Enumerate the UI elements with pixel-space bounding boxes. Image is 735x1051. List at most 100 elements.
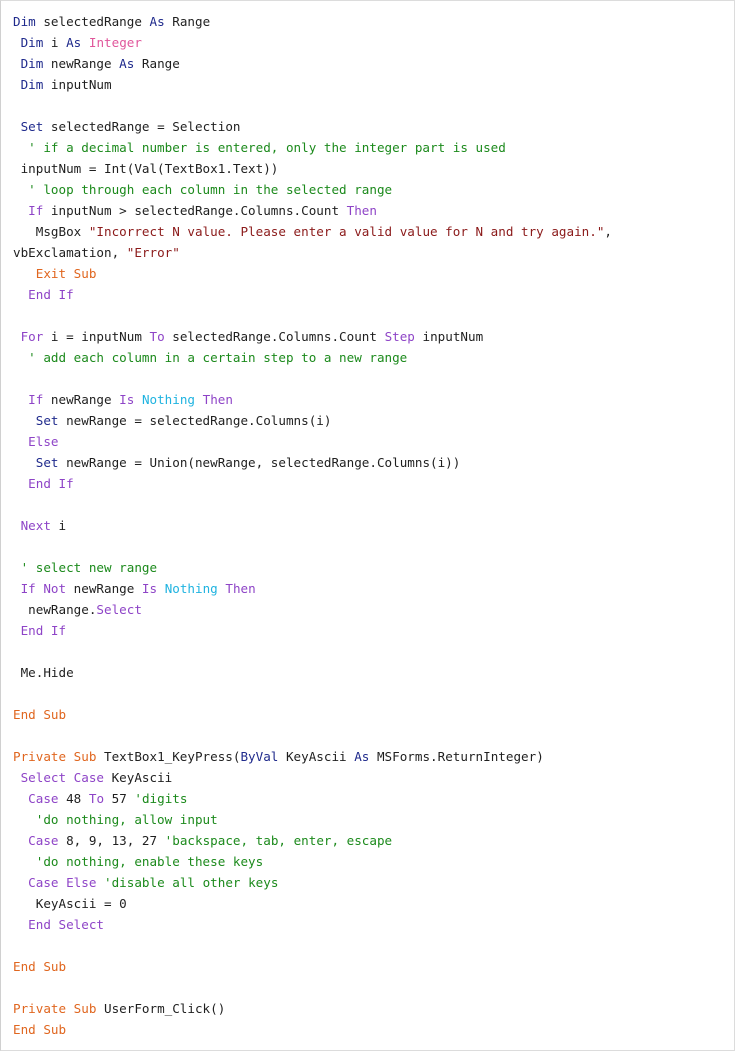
code-line: Set newRange = Union(newRange, selectedR…	[13, 452, 734, 473]
code-text: vbExclamation,	[13, 245, 127, 260]
code-text: inputNum > selectedRange.Columns.Count	[43, 203, 347, 218]
control-keyword-token: Else	[28, 434, 59, 449]
code-line: End Sub	[13, 1019, 734, 1040]
control-keyword-token: Select Case	[20, 770, 104, 785]
code-line: Set newRange = selectedRange.Columns(i)	[13, 410, 734, 431]
code-line: Case 8, 9, 13, 27 'backspace, tab, enter…	[13, 830, 734, 851]
sub-keyword-token: Private Sub	[13, 1001, 97, 1016]
code-line: Select Case KeyAscii	[13, 767, 734, 788]
sub-keyword-token: End Sub	[13, 707, 67, 722]
code-line: Case 48 To 57 'digits	[13, 788, 734, 809]
code-line: End If	[13, 473, 734, 494]
control-keyword-token: End If	[20, 623, 67, 638]
code-line: newRange.Select	[13, 599, 734, 620]
code-text: UserForm_Click()	[96, 1001, 226, 1016]
comment-token: 'do nothing, enable these keys	[13, 854, 264, 869]
vba-code: Dim selectedRange As Range Dim i As Inte…	[1, 1, 734, 1040]
code-line: vbExclamation, "Error"	[13, 242, 734, 263]
code-text: newRange.	[13, 602, 97, 617]
code-text: newRange	[43, 56, 120, 71]
control-keyword-token: Then	[225, 581, 256, 596]
control-keyword-token: Is	[141, 581, 158, 596]
control-keyword-token: Select	[96, 602, 142, 617]
code-text: newRange	[66, 581, 142, 596]
keyword-token: As	[149, 14, 165, 29]
code-line: Set selectedRange = Selection	[13, 116, 734, 137]
code-text: selectedRange = Selection	[43, 119, 241, 134]
code-text: newRange = selectedRange.Columns(i)	[58, 413, 332, 428]
keyword-token: Dim	[20, 56, 44, 71]
comment-token: 'digits	[134, 791, 188, 806]
code-text: KeyAscii	[278, 749, 355, 764]
code-line: Dim selectedRange As Range	[13, 11, 734, 32]
code-line: End Select	[13, 914, 734, 935]
code-text: KeyAscii	[104, 770, 173, 785]
code-text: ,	[604, 224, 613, 239]
code-text: Range	[164, 14, 211, 29]
code-text: inputNum	[414, 329, 484, 344]
control-keyword-token: Is	[119, 392, 135, 407]
control-keyword-token: To	[88, 791, 105, 806]
control-keyword-token: Case Else	[28, 875, 97, 890]
keyword-token: Dim	[13, 14, 36, 29]
code-line: End Sub	[13, 704, 734, 725]
type-token: Integer	[88, 35, 142, 50]
code-line: ' loop through each column in the select…	[13, 179, 734, 200]
code-line: Dim i As Integer	[13, 32, 734, 53]
control-keyword-token: Case	[28, 833, 59, 848]
code-line: Private Sub TextBox1_KeyPress(ByVal KeyA…	[13, 746, 734, 767]
comment-token: 'disable all other keys	[104, 875, 279, 890]
code-line: Next i	[13, 515, 734, 536]
code-line: End Sub	[13, 956, 734, 977]
string-literal-token: "Incorrect N value. Please enter a valid…	[88, 224, 605, 239]
control-keyword-token: Step	[384, 329, 415, 344]
code-text: newRange = Union(newRange, selectedRange…	[58, 455, 461, 470]
code-line: 'do nothing, allow input	[13, 809, 734, 830]
control-keyword-token: Then	[202, 392, 233, 407]
code-text: TextBox1_KeyPress(	[96, 749, 241, 764]
code-text: selectedRange	[35, 14, 150, 29]
code-line: End If	[13, 620, 734, 641]
control-keyword-token: Case	[28, 791, 59, 806]
keyword-token: Dim	[20, 35, 44, 50]
comment-token: 'do nothing, allow input	[13, 812, 218, 827]
code-text: 48	[58, 791, 89, 806]
code-line: Case Else 'disable all other keys	[13, 872, 734, 893]
keyword-token: Set	[20, 119, 44, 134]
code-line: Dim newRange As Range	[13, 53, 734, 74]
code-text: inputNum = Int(Val(TextBox1.Text))	[13, 161, 279, 176]
code-text: i = inputNum	[43, 329, 150, 344]
comment-token: ' loop through each column in the select…	[13, 182, 393, 197]
code-line: If inputNum > selectedRange.Columns.Coun…	[13, 200, 734, 221]
control-keyword-token: End If	[28, 476, 74, 491]
code-line: 'do nothing, enable these keys	[13, 851, 734, 872]
code-text: i	[43, 35, 67, 50]
string-literal-token: "Error"	[126, 245, 180, 260]
code-text: inputNum	[43, 77, 112, 92]
sub-keyword-token: Exit Sub	[35, 266, 97, 281]
keyword-token: As	[354, 749, 370, 764]
